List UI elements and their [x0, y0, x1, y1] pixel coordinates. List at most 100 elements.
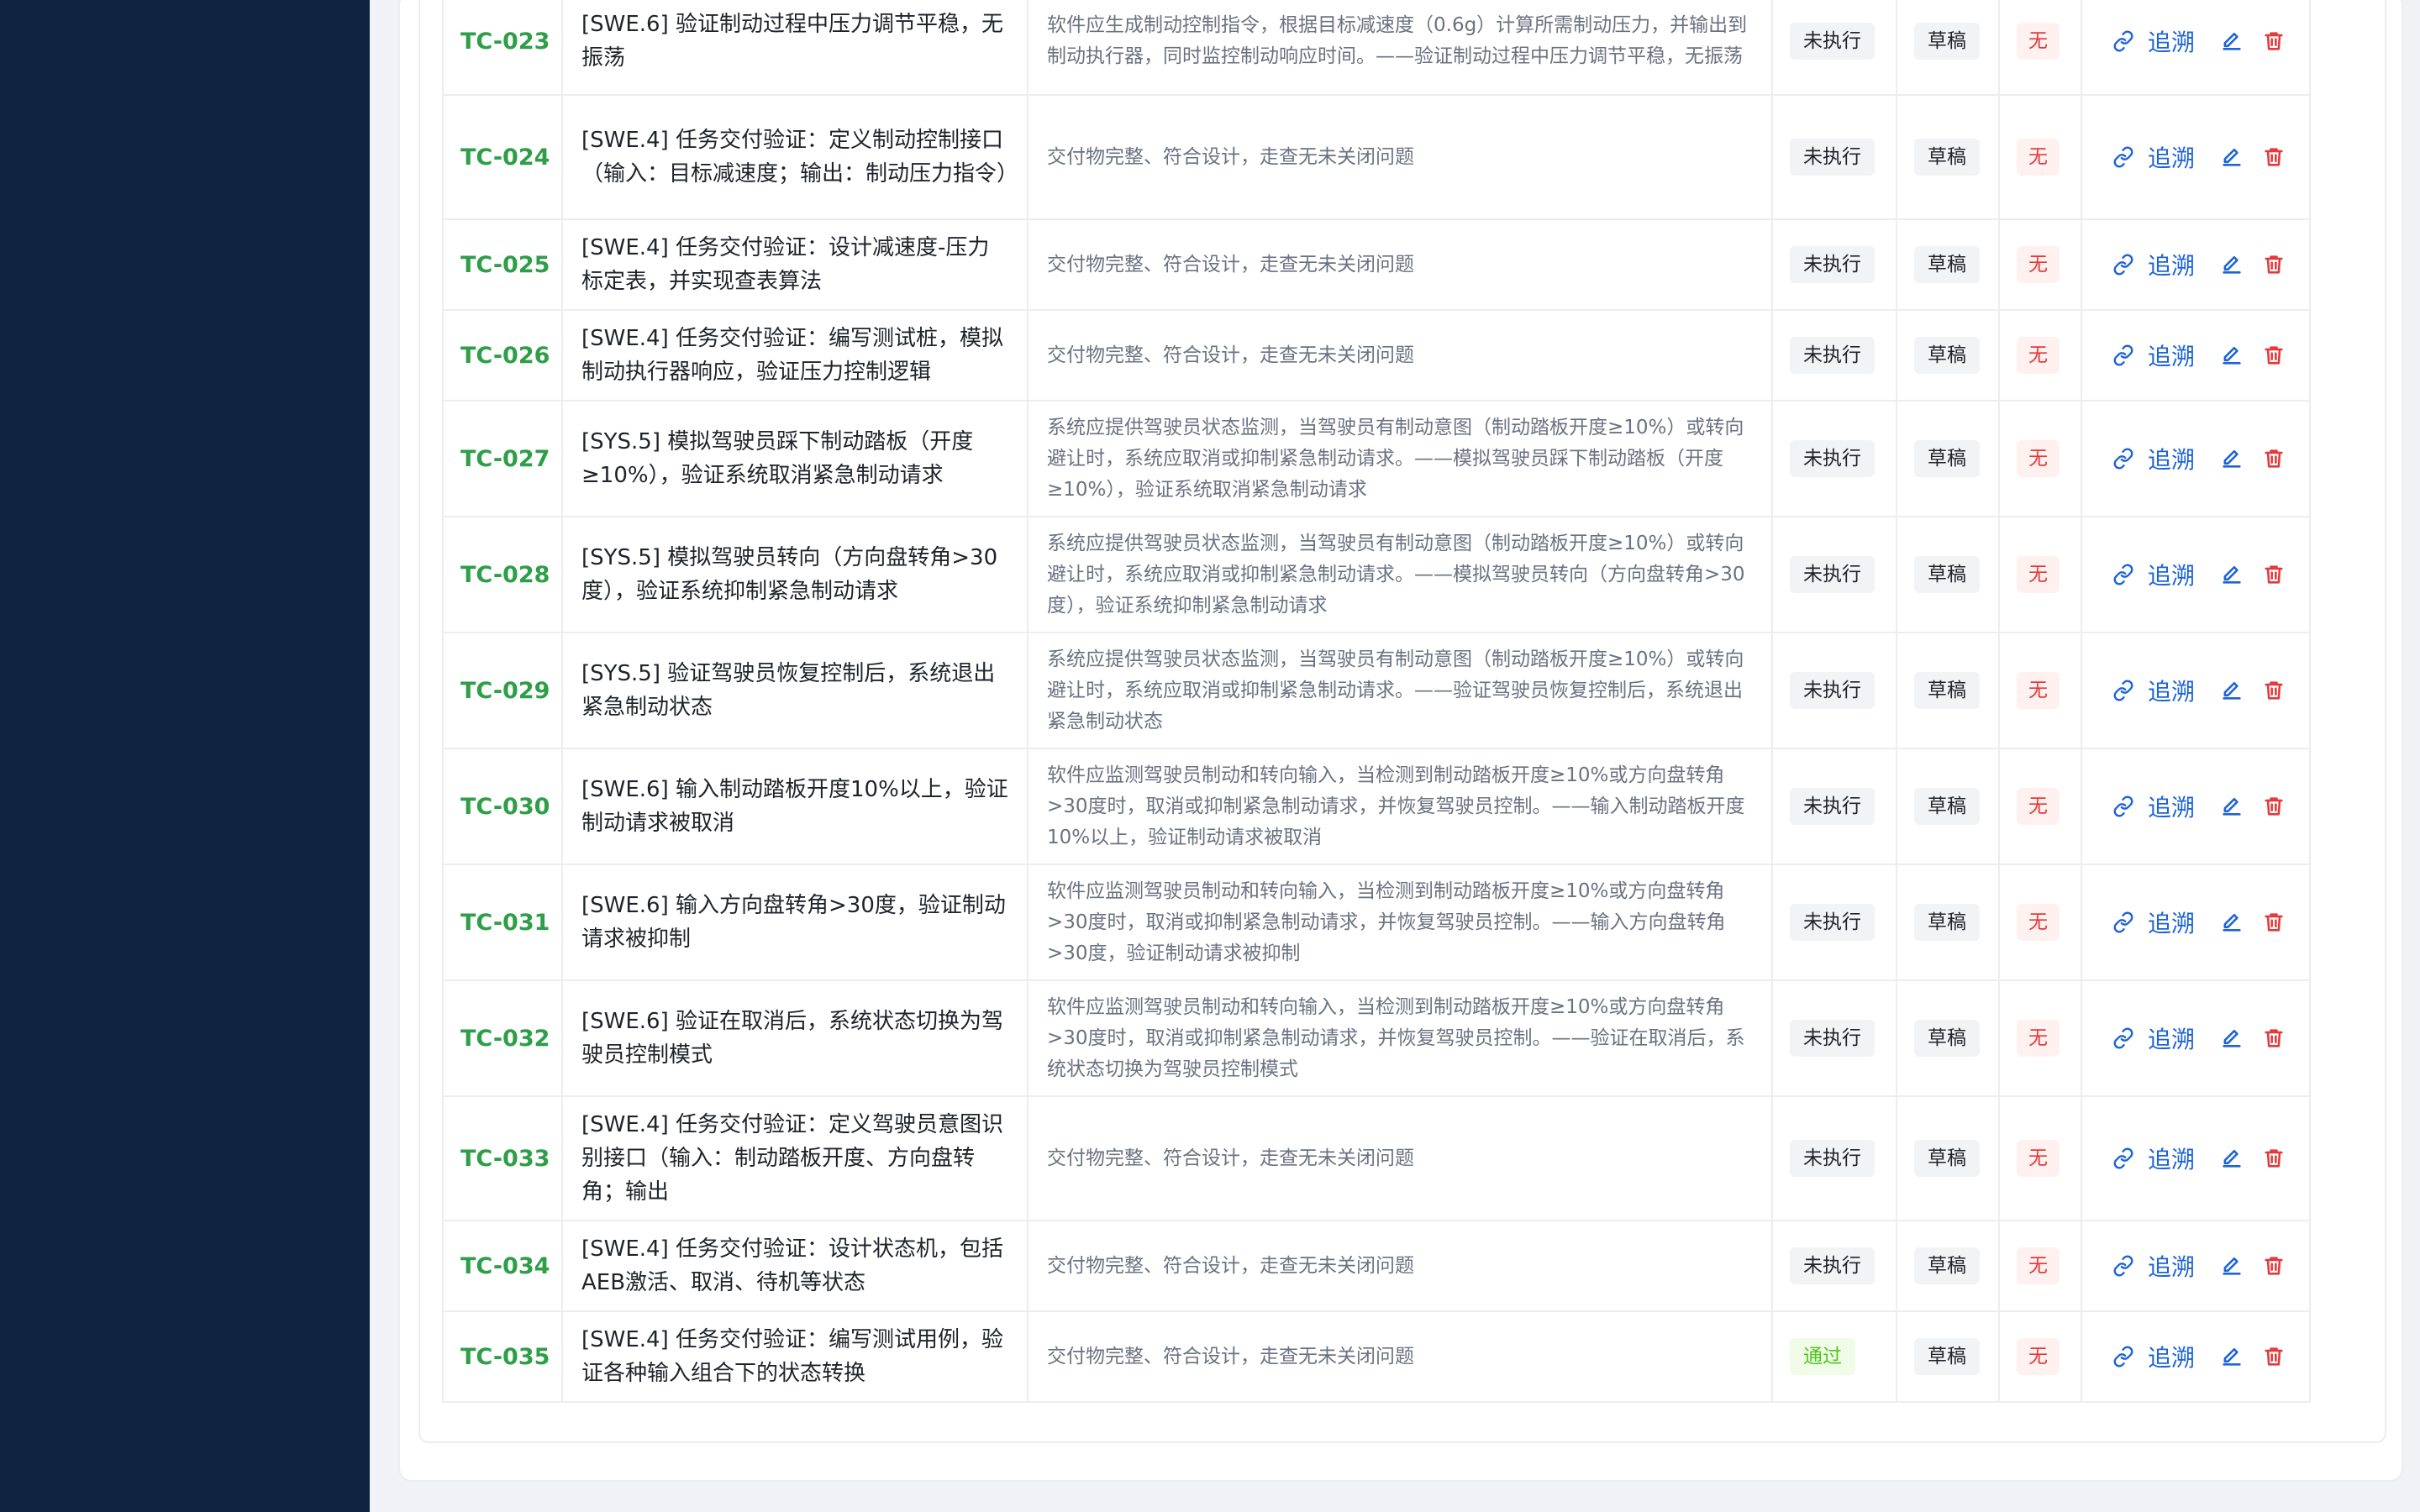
table-row[interactable]: TC-028 [SYS.5] 模拟驾驶员转向（方向盘转角>30度），验证系统抑制… [442, 516, 2311, 633]
test-case-id[interactable]: TC-026 [442, 309, 563, 402]
table-row[interactable]: TC-034 [SWE.4] 任务交付验证：设计状态机，包括AEB激活、取消、待… [442, 1220, 2311, 1312]
delete-icon[interactable] [2262, 29, 2286, 53]
delete-icon[interactable] [2262, 1147, 2286, 1170]
trace-button[interactable]: 追溯 [2112, 906, 2195, 939]
delete-icon[interactable] [2262, 344, 2286, 367]
row-actions: 追溯 [2112, 24, 2309, 58]
table-row[interactable]: TC-026 [SWE.4] 任务交付验证：编写测试桩，模拟制动执行器响应，验证… [442, 309, 2311, 402]
test-case-id[interactable]: TC-023 [442, 0, 563, 96]
edit-icon[interactable] [2220, 253, 2244, 276]
delete-icon[interactable] [2262, 447, 2286, 470]
defect-badge: 无 [2017, 139, 2060, 176]
test-case-title: [SWE.4] 任务交付验证：编写测试用例，验证各种输入组合下的状态转换 [561, 1310, 1028, 1403]
test-case-description: 交付物完整、符合设计，走查无未关闭问题 [1027, 218, 1773, 311]
defect-cell: 无 [1998, 632, 2082, 749]
actions-cell: 追溯 [2081, 748, 2311, 865]
edit-icon[interactable] [2220, 795, 2244, 818]
test-case-title: [SYS.5] 模拟驾驶员转向（方向盘转角>30度），验证系统抑制紧急制动请求 [561, 516, 1028, 633]
row-actions: 追溯 [2112, 1340, 2309, 1373]
test-case-id[interactable]: TC-031 [442, 864, 563, 981]
defect-cell: 无 [1998, 748, 2082, 865]
test-case-title: [SWE.4] 任务交付验证：定义驾驶员意图识别接口（输入：制动踏板开度、方向盘… [561, 1095, 1028, 1221]
trace-button[interactable]: 追溯 [2112, 790, 2195, 823]
edit-icon[interactable] [2220, 447, 2244, 470]
edit-icon[interactable] [2220, 1147, 2244, 1170]
delete-icon[interactable] [2262, 1254, 2286, 1278]
trace-button[interactable]: 追溯 [2112, 248, 2195, 281]
edit-icon[interactable] [2220, 1254, 2244, 1278]
trace-button[interactable]: 追溯 [2112, 140, 2195, 174]
sidebar [0, 0, 370, 1512]
actions-cell: 追溯 [2081, 864, 2311, 981]
delete-icon[interactable] [2262, 1026, 2286, 1050]
trace-label: 追溯 [2148, 1344, 2196, 1372]
delete-icon[interactable] [2262, 563, 2286, 586]
trace-button[interactable]: 追溯 [2112, 339, 2195, 372]
execution-status-cell: 未执行 [1771, 1220, 1897, 1312]
table-row[interactable]: TC-033 [SWE.4] 任务交付验证：定义驾驶员意图识别接口（输入：制动踏… [442, 1095, 2311, 1221]
test-case-id[interactable]: TC-030 [442, 748, 563, 865]
table-row[interactable]: TC-027 [SYS.5] 模拟驾驶员踩下制动踏板（开度≥10%），验证系统取… [442, 400, 2311, 517]
test-case-id[interactable]: TC-035 [442, 1310, 563, 1403]
actions-cell: 追溯 [2081, 0, 2311, 96]
table-row[interactable]: TC-030 [SWE.6] 输入制动踏板开度10%以上，验证制动请求被取消 软… [442, 748, 2311, 865]
test-case-id[interactable]: TC-033 [442, 1095, 563, 1221]
test-case-panel: TC-023 [SWE.6] 验证制动过程中压力调节平稳，无振荡 软件应生成制动… [418, 0, 2386, 1443]
test-case-id[interactable]: TC-034 [442, 1220, 563, 1312]
test-case-description: 软件应监测驾驶员制动和转向输入，当检测到制动踏板开度≥10%或方向盘转角>30度… [1027, 748, 1773, 865]
execution-status-badge: 未执行 [1790, 440, 1875, 477]
test-case-id[interactable]: TC-032 [442, 979, 563, 1097]
delete-icon[interactable] [2262, 1345, 2286, 1368]
trace-button[interactable]: 追溯 [2112, 558, 2195, 591]
execution-status-badge: 未执行 [1790, 672, 1875, 709]
trace-button[interactable]: 追溯 [2112, 674, 2195, 707]
table-row[interactable]: TC-024 [SWE.4] 任务交付验证：定义制动控制接口（输入：目标减速度；… [442, 94, 2311, 220]
execution-status-cell: 通过 [1771, 1310, 1897, 1403]
execution-status-cell: 未执行 [1771, 218, 1897, 311]
table-row[interactable]: TC-032 [SWE.6] 验证在取消后，系统状态切换为驾驶员控制模式 软件应… [442, 979, 2311, 1097]
edit-icon[interactable] [2220, 1026, 2244, 1050]
edit-icon[interactable] [2220, 145, 2244, 169]
edit-icon[interactable] [2220, 344, 2244, 367]
execution-status-cell: 未执行 [1771, 309, 1897, 402]
trace-button[interactable]: 追溯 [2112, 24, 2195, 58]
delete-icon[interactable] [2262, 911, 2286, 934]
test-case-title: [SWE.6] 验证在取消后，系统状态切换为驾驶员控制模式 [561, 979, 1028, 1097]
defect-cell: 无 [1998, 1095, 2082, 1221]
delete-icon[interactable] [2262, 145, 2286, 169]
defect-cell: 无 [1998, 979, 2082, 1097]
link-icon [2113, 911, 2133, 933]
delete-icon[interactable] [2262, 679, 2286, 702]
delete-icon[interactable] [2262, 253, 2286, 276]
state-badge: 草稿 [1914, 788, 1980, 825]
trace-button[interactable]: 追溯 [2112, 442, 2195, 475]
edit-icon[interactable] [2220, 911, 2244, 934]
test-case-id[interactable]: TC-025 [442, 218, 563, 311]
test-case-id[interactable]: TC-029 [442, 632, 563, 749]
delete-icon[interactable] [2262, 795, 2286, 818]
state-cell: 草稿 [1896, 979, 2000, 1097]
actions-cell: 追溯 [2081, 632, 2311, 749]
test-case-id[interactable]: TC-028 [442, 516, 563, 633]
edit-icon[interactable] [2220, 29, 2244, 53]
trace-button[interactable]: 追溯 [2112, 1021, 2195, 1055]
row-actions: 追溯 [2112, 1249, 2309, 1283]
defect-badge: 无 [2017, 246, 2060, 283]
table-row[interactable]: TC-025 [SWE.4] 任务交付验证：设计减速度-压力标定表，并实现查表算… [442, 218, 2311, 311]
test-case-id[interactable]: TC-027 [442, 400, 563, 517]
table-row[interactable]: TC-035 [SWE.4] 任务交付验证：编写测试用例，验证各种输入组合下的状… [442, 1310, 2311, 1403]
defect-badge: 无 [2017, 337, 2060, 374]
execution-status-badge: 未执行 [1790, 1020, 1875, 1057]
table-row[interactable]: TC-029 [SYS.5] 验证驾驶员恢复控制后，系统退出紧急制动状态 系统应… [442, 632, 2311, 749]
edit-icon[interactable] [2220, 679, 2244, 702]
trace-button[interactable]: 追溯 [2112, 1249, 2195, 1283]
state-cell: 草稿 [1896, 94, 2000, 220]
table-row[interactable]: TC-031 [SWE.6] 输入方向盘转角>30度，验证制动请求被抑制 软件应… [442, 864, 2311, 981]
edit-icon[interactable] [2220, 563, 2244, 586]
trace-button[interactable]: 追溯 [2112, 1340, 2195, 1373]
test-case-id[interactable]: TC-024 [442, 94, 563, 220]
state-badge: 草稿 [1914, 1020, 1980, 1057]
edit-icon[interactable] [2220, 1345, 2244, 1368]
trace-button[interactable]: 追溯 [2112, 1142, 2195, 1175]
table-row[interactable]: TC-023 [SWE.6] 验证制动过程中压力调节平稳，无振荡 软件应生成制动… [442, 0, 2311, 96]
